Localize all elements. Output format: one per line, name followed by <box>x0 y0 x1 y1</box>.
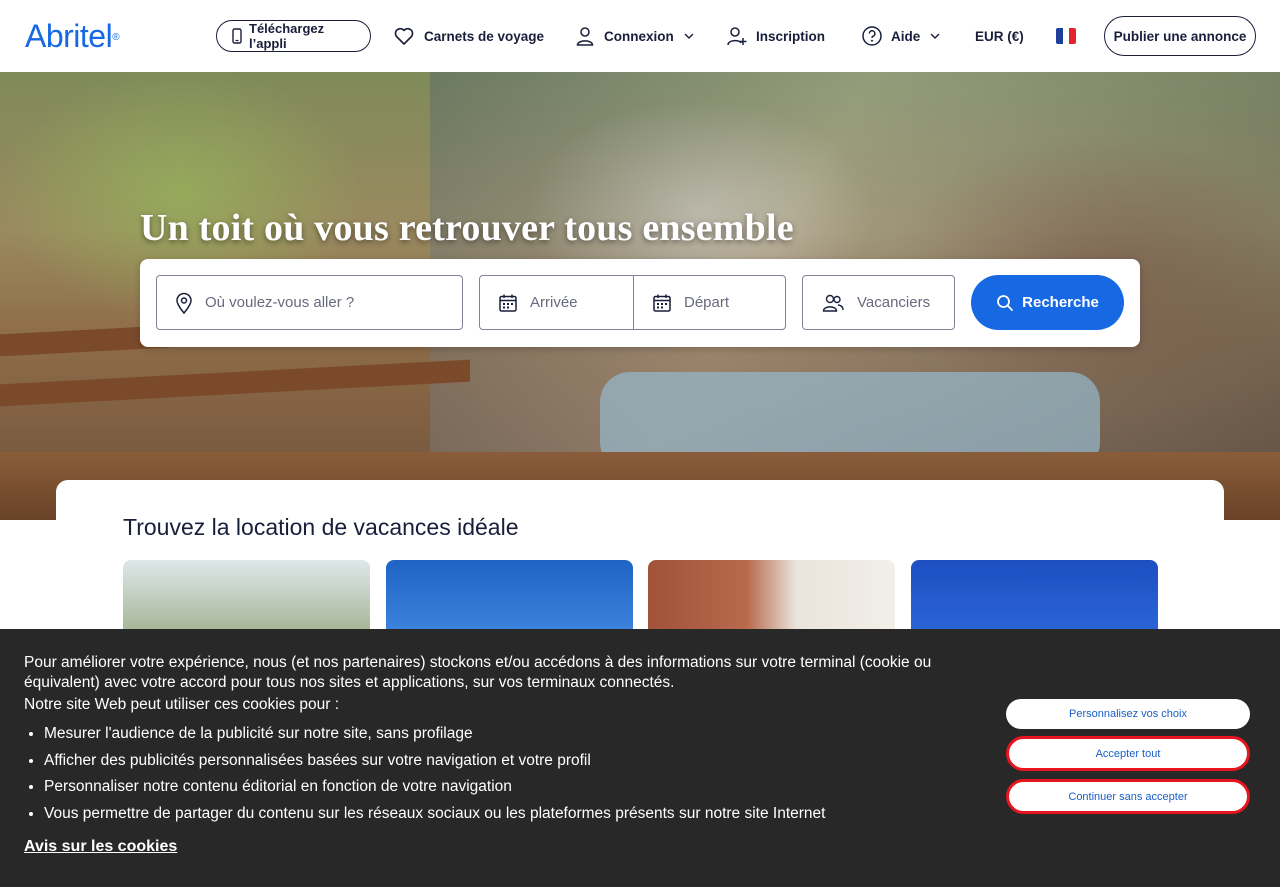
signup-label: Inscription <box>756 28 826 44</box>
add-user-icon <box>727 27 747 46</box>
destination-placeholder: Où voulez-vous aller ? <box>205 294 355 311</box>
currency-label: EUR (€) <box>975 28 1024 44</box>
checkout-date-input[interactable]: Départ <box>633 275 786 330</box>
search-button[interactable]: Recherche <box>971 275 1124 330</box>
abritel-logo[interactable]: Abritel® <box>25 18 120 54</box>
search-form: Où voulez-vous aller ? Arrivée Départ Va… <box>140 259 1140 347</box>
search-icon <box>997 294 1014 311</box>
list-item: Vous permettre de partager du contenu su… <box>44 801 825 828</box>
checkin-placeholder: Arrivée <box>530 294 578 311</box>
user-icon <box>576 27 594 46</box>
publish-listing-button[interactable]: Publier une annonce <box>1104 16 1256 56</box>
download-app-label: Téléchargez l’appli <box>249 21 325 51</box>
heart-icon <box>394 27 414 45</box>
registered-mark: ® <box>112 32 120 43</box>
trips-label: Carnets de voyage <box>424 28 545 44</box>
signup-link[interactable]: Inscription <box>726 18 825 54</box>
site-header: Abritel® Téléchargez l’appli Carnets de … <box>0 0 1280 72</box>
hero-title: Un toit où vous retrouver tous ensemble <box>140 207 794 249</box>
destination-input[interactable]: Où voulez-vous aller ? <box>156 275 463 330</box>
hero-image-rail <box>0 359 470 407</box>
download-app-button[interactable]: Téléchargez l’appli <box>216 20 371 52</box>
help-menu[interactable]: Aide <box>861 18 942 54</box>
fr-flag-icon[interactable] <box>1056 28 1076 44</box>
publish-label: Publier une annonce <box>1113 28 1247 44</box>
checkout-placeholder: Départ <box>684 294 730 311</box>
list-item: Mesurer l'audience de la publicité sur n… <box>44 721 825 748</box>
guests-icon <box>822 294 844 312</box>
trips-link[interactable]: Carnets de voyage <box>392 18 544 54</box>
map-pin-icon <box>176 292 192 314</box>
chevron-down-icon <box>930 33 940 39</box>
checkin-date-input[interactable]: Arrivée <box>479 275 634 330</box>
chevron-down-icon <box>684 33 694 39</box>
guests-placeholder: Vacanciers <box>857 294 931 311</box>
help-circle-icon <box>862 26 882 46</box>
list-item: Personnaliser notre contenu éditorial en… <box>44 774 825 801</box>
logo-text: Abritel <box>25 18 113 54</box>
customize-choices-button[interactable]: Personnalisez vos choix <box>1006 699 1250 729</box>
cookie-banner: Pour améliorer votre expérience, nous (e… <box>0 629 1280 887</box>
calendar-icon <box>653 294 671 312</box>
cookie-subtitle: Notre site Web peut utiliser ces cookies… <box>24 696 340 713</box>
cookie-notice-link[interactable]: Avis sur les cookies <box>24 838 177 856</box>
list-item: Afficher des publicités personnalisées b… <box>44 748 825 775</box>
section-title: Trouvez la location de vacances idéale <box>123 514 519 540</box>
accept-all-button[interactable]: Accepter tout <box>1006 736 1250 771</box>
cookie-purposes-list: Mesurer l'audience de la publicité sur n… <box>44 721 825 827</box>
guests-input[interactable]: Vacanciers <box>802 275 955 330</box>
calendar-icon <box>499 294 517 312</box>
hero-banner: Un toit où vous retrouver tous ensemble … <box>0 72 1280 520</box>
login-menu[interactable]: Connexion <box>574 18 696 54</box>
search-button-label: Recherche <box>1022 294 1099 311</box>
currency-selector[interactable]: EUR (€) <box>975 18 1024 54</box>
help-label: Aide <box>891 28 921 44</box>
mobile-phone-icon <box>232 28 242 44</box>
login-label: Connexion <box>604 28 674 44</box>
cookie-intro-text: Pour améliorer votre expérience, nous (e… <box>24 654 932 691</box>
continue-without-accepting-button[interactable]: Continuer sans accepter <box>1006 779 1250 814</box>
